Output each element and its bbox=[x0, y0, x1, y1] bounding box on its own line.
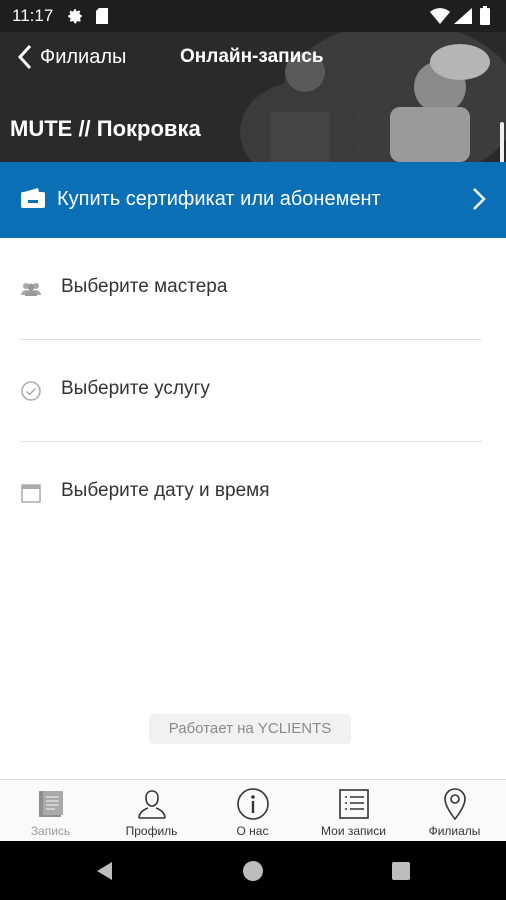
tab-booking[interactable]: Запись bbox=[0, 780, 101, 842]
tab-branches[interactable]: Филиалы bbox=[404, 780, 505, 842]
people-icon bbox=[21, 283, 41, 296]
check-circle-icon bbox=[21, 381, 41, 401]
chevron-left-icon bbox=[17, 44, 32, 70]
select-master-label: Выберите мастера bbox=[61, 276, 228, 297]
back-triangle-icon[interactable] bbox=[94, 860, 116, 882]
status-icons bbox=[430, 6, 490, 25]
system-nav-bar bbox=[0, 841, 506, 900]
list-icon bbox=[339, 789, 369, 819]
buy-certificate-button[interactable]: Купить сертификат или абонемент bbox=[0, 162, 506, 238]
select-date-time-row[interactable]: Выберите дату и время bbox=[20, 442, 482, 544]
info-icon bbox=[237, 788, 269, 820]
tab-profile-label: Профиль bbox=[125, 824, 178, 838]
sd-card-icon bbox=[96, 8, 108, 24]
back-label: Филиалы bbox=[40, 45, 127, 68]
status-time: 11:17 bbox=[12, 6, 54, 25]
select-service-label: Выберите услугу bbox=[61, 378, 210, 399]
tab-booking-label: Запись bbox=[30, 824, 71, 838]
calendar-icon bbox=[21, 484, 41, 503]
signal-icon bbox=[454, 8, 472, 24]
book-icon bbox=[39, 791, 63, 817]
powered-by-badge[interactable]: Работает на YCLIENTS bbox=[149, 714, 351, 744]
status-bar: 11:17 bbox=[0, 0, 506, 32]
battery-icon bbox=[480, 8, 490, 25]
recents-square-icon[interactable] bbox=[390, 860, 412, 882]
bottom-tab-bar: Запись Профиль О нас Мои записи Филиалы bbox=[0, 779, 506, 842]
tab-my-bookings-label: Мои записи bbox=[321, 824, 386, 838]
branch-name: MUTE // Покровка bbox=[10, 116, 201, 141]
tab-my-bookings[interactable]: Мои записи bbox=[303, 780, 404, 842]
wifi-icon bbox=[430, 8, 450, 24]
wallet-icon bbox=[21, 188, 45, 208]
select-master-row[interactable]: Выберите мастера bbox=[20, 238, 482, 340]
tab-about[interactable]: О нас bbox=[202, 780, 303, 842]
select-service-row[interactable]: Выберите услугу bbox=[20, 340, 482, 442]
tab-profile[interactable]: Профиль bbox=[101, 780, 202, 842]
back-button[interactable]: Филиалы bbox=[16, 42, 126, 72]
gear-icon bbox=[68, 9, 82, 24]
location-pin-icon bbox=[444, 788, 466, 821]
header: Филиалы Онлайн-запись MUTE // Покровка bbox=[0, 32, 506, 162]
scrollbar[interactable] bbox=[500, 122, 504, 162]
chevron-right-icon bbox=[473, 188, 486, 210]
person-icon bbox=[138, 790, 166, 819]
tab-about-label: О нас bbox=[236, 824, 269, 838]
home-circle-icon[interactable] bbox=[242, 860, 264, 882]
buy-certificate-label: Купить сертификат или абонемент bbox=[57, 188, 381, 210]
page-title: Онлайн-запись bbox=[180, 46, 324, 67]
tab-branches-label: Филиалы bbox=[428, 824, 481, 838]
select-date-time-label: Выберите дату и время bbox=[61, 480, 270, 501]
